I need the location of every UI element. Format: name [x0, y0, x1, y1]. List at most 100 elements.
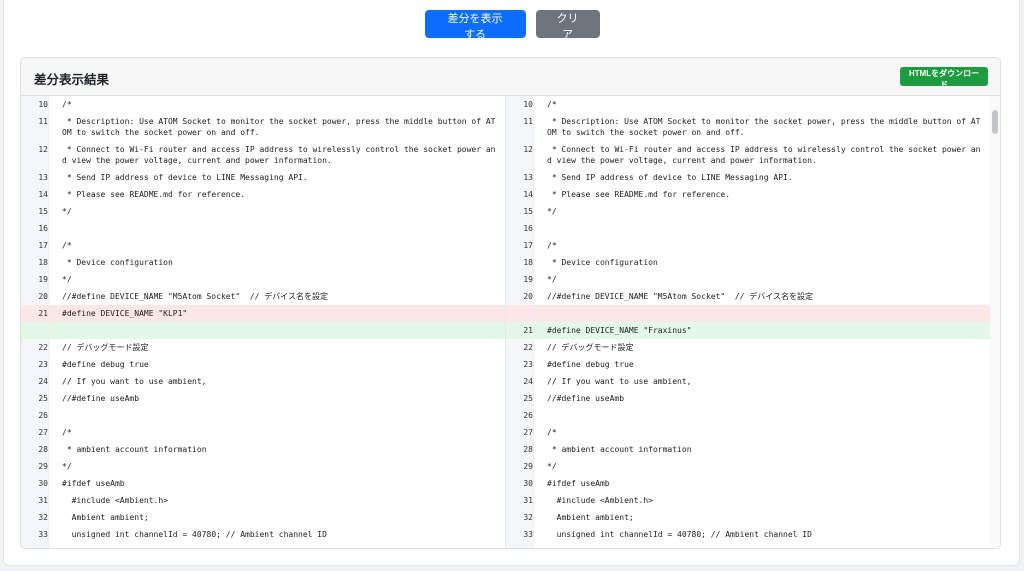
code-text: unsigned int channelId = 40780; // Ambie… [547, 530, 812, 539]
code-text: * Description: Use ATOM Socket to monito… [547, 117, 981, 137]
diff-line: 23 #define debug true [21, 356, 505, 373]
line-number [506, 305, 534, 322]
clear-button[interactable]: クリア [535, 10, 600, 41]
diff-line: 27 /* [506, 424, 990, 441]
scrollbar-thumb[interactable] [992, 110, 998, 134]
line-number: 29 [506, 458, 534, 475]
line-number: 17 [21, 237, 49, 254]
line-number: 22 [506, 339, 534, 356]
line-number: 17 [506, 237, 534, 254]
code-text: */ [62, 275, 72, 284]
code-text: //#define useAmb [547, 394, 625, 403]
diff-line: 27 /* [21, 424, 505, 441]
diff-line: 28 * ambient account information [21, 441, 505, 458]
code-text: #define DEVICE_NAME "Fraxinus" [534, 322, 990, 339]
diff-line: 18 * Device configuration [21, 254, 505, 271]
code-text: /* [547, 100, 557, 109]
line-number: 33 [21, 526, 49, 543]
show-diff-button[interactable]: 差分を表示する [424, 10, 526, 41]
line-number: 13 [21, 169, 49, 186]
original-pane: 10 /* 11 * Description: Use ATOM Socket to… [21, 96, 505, 548]
line-number: 23 [506, 356, 534, 373]
diff-line: 25 //#define useAmb [506, 390, 990, 407]
line-number: 26 [21, 407, 49, 424]
line-number: 11 [21, 113, 49, 141]
line-number: 27 [21, 424, 49, 441]
code-text: /* [547, 241, 557, 250]
code-text: * ambient account information [547, 445, 692, 454]
diff-line: 31 #include <Ambient.h> [506, 492, 990, 509]
code-text: */ [62, 207, 72, 216]
code-text: //#define DEVICE_NAME "M5Atom Socket" //… [547, 292, 814, 301]
code-text: const char* writeKey = "ed2ee1286bfeed07… [49, 543, 505, 548]
line-number [21, 322, 49, 339]
code-text: Ambient ambient; [547, 513, 634, 522]
line-number: 26 [506, 407, 534, 424]
diff-line: 19 */ [506, 271, 990, 288]
line-number: 13 [506, 169, 534, 186]
code-text: #define debug true [62, 360, 149, 369]
code-text: */ [547, 462, 557, 471]
code-text: // If you want to use ambient, [547, 377, 692, 386]
diff-result-header: 差分表示結果 HTMLをダウンロード [21, 58, 1000, 96]
code-text: #ifdef useAmb [62, 479, 125, 488]
diff-line: 33 unsigned int channelId = 40780; // Am… [21, 526, 505, 543]
diff-line: 31 #include <Ambient.h> [21, 492, 505, 509]
code-text: /* [62, 428, 72, 437]
line-number: 16 [21, 220, 49, 237]
code-text: /* [62, 241, 72, 250]
download-html-button[interactable]: HTMLをダウンロード [900, 67, 988, 89]
action-buttons: 差分を表示する クリア [0, 10, 1024, 41]
line-number: 31 [506, 492, 534, 509]
diff-line: 12 * Connect to Wi-Fi router and access … [506, 141, 990, 169]
line-number: 12 [21, 141, 49, 169]
line-number: 28 [21, 441, 49, 458]
line-number: 32 [506, 509, 534, 526]
line-number: 11 [506, 113, 534, 141]
code-text: */ [547, 275, 557, 284]
modified-pane: 10 /* 11 * Description: Use ATOM Socket to… [506, 96, 990, 548]
scrollbar[interactable] [990, 96, 1000, 548]
diff-line: 17 /* [506, 237, 990, 254]
code-text: //#define DEVICE_NAME "M5Atom Socket" //… [62, 292, 329, 301]
code-text: * Device configuration [547, 258, 658, 267]
line-number: 14 [21, 186, 49, 203]
code-text: // デバッグモード設定 [547, 343, 634, 352]
code-text: * Please see README.md for reference. [62, 190, 246, 199]
diff-line: 21 #define DEVICE_NAME "Fraxinus" [506, 322, 990, 339]
line-number: 16 [506, 220, 534, 237]
code-text: * Send IP address of device to LINE Mess… [547, 173, 793, 182]
line-number: 19 [506, 271, 534, 288]
diff-line: 16 [506, 220, 990, 237]
diff-line: 23 #define debug true [506, 356, 990, 373]
line-number: 25 [21, 390, 49, 407]
line-number: 24 [506, 373, 534, 390]
code-text [49, 322, 505, 339]
code-text: #include <Ambient.h> [62, 496, 168, 505]
diff-line: 13 * Send IP address of device to LINE M… [21, 169, 505, 186]
line-number: 19 [21, 271, 49, 288]
diff-line: 15 */ [21, 203, 505, 220]
line-number: 24 [21, 373, 49, 390]
code-text: //#define useAmb [62, 394, 140, 403]
diff-line: 30 #ifdef useAmb [21, 475, 505, 492]
diff-line: 34 const char* writeKey = "ed2ee1286bfee… [21, 543, 505, 548]
code-text: * Please see README.md for reference. [547, 190, 731, 199]
line-number: 33 [506, 526, 534, 543]
line-number: 30 [21, 475, 49, 492]
line-number: 15 [21, 203, 49, 220]
line-number: 14 [506, 186, 534, 203]
diff-line: 18 * Device configuration [506, 254, 990, 271]
diff-line: 11 * Description: Use ATOM Socket to mon… [21, 113, 505, 141]
diff-result-card: 差分表示結果 HTMLをダウンロード 10 /* 11 * Description:… [20, 57, 1001, 549]
line-number: 10 [506, 96, 534, 113]
diff-line: 32 Ambient ambient; [21, 509, 505, 526]
code-text: /* [62, 100, 72, 109]
code-text: * Connect to Wi-Fi router and access IP … [62, 145, 496, 165]
diff-line: 12 * Connect to Wi-Fi router and access … [21, 141, 505, 169]
code-text: * Description: Use ATOM Socket to monito… [62, 117, 496, 137]
code-text: const char* writeKey = "ed2ee1286bfeed07… [534, 543, 990, 548]
line-number: 25 [506, 390, 534, 407]
